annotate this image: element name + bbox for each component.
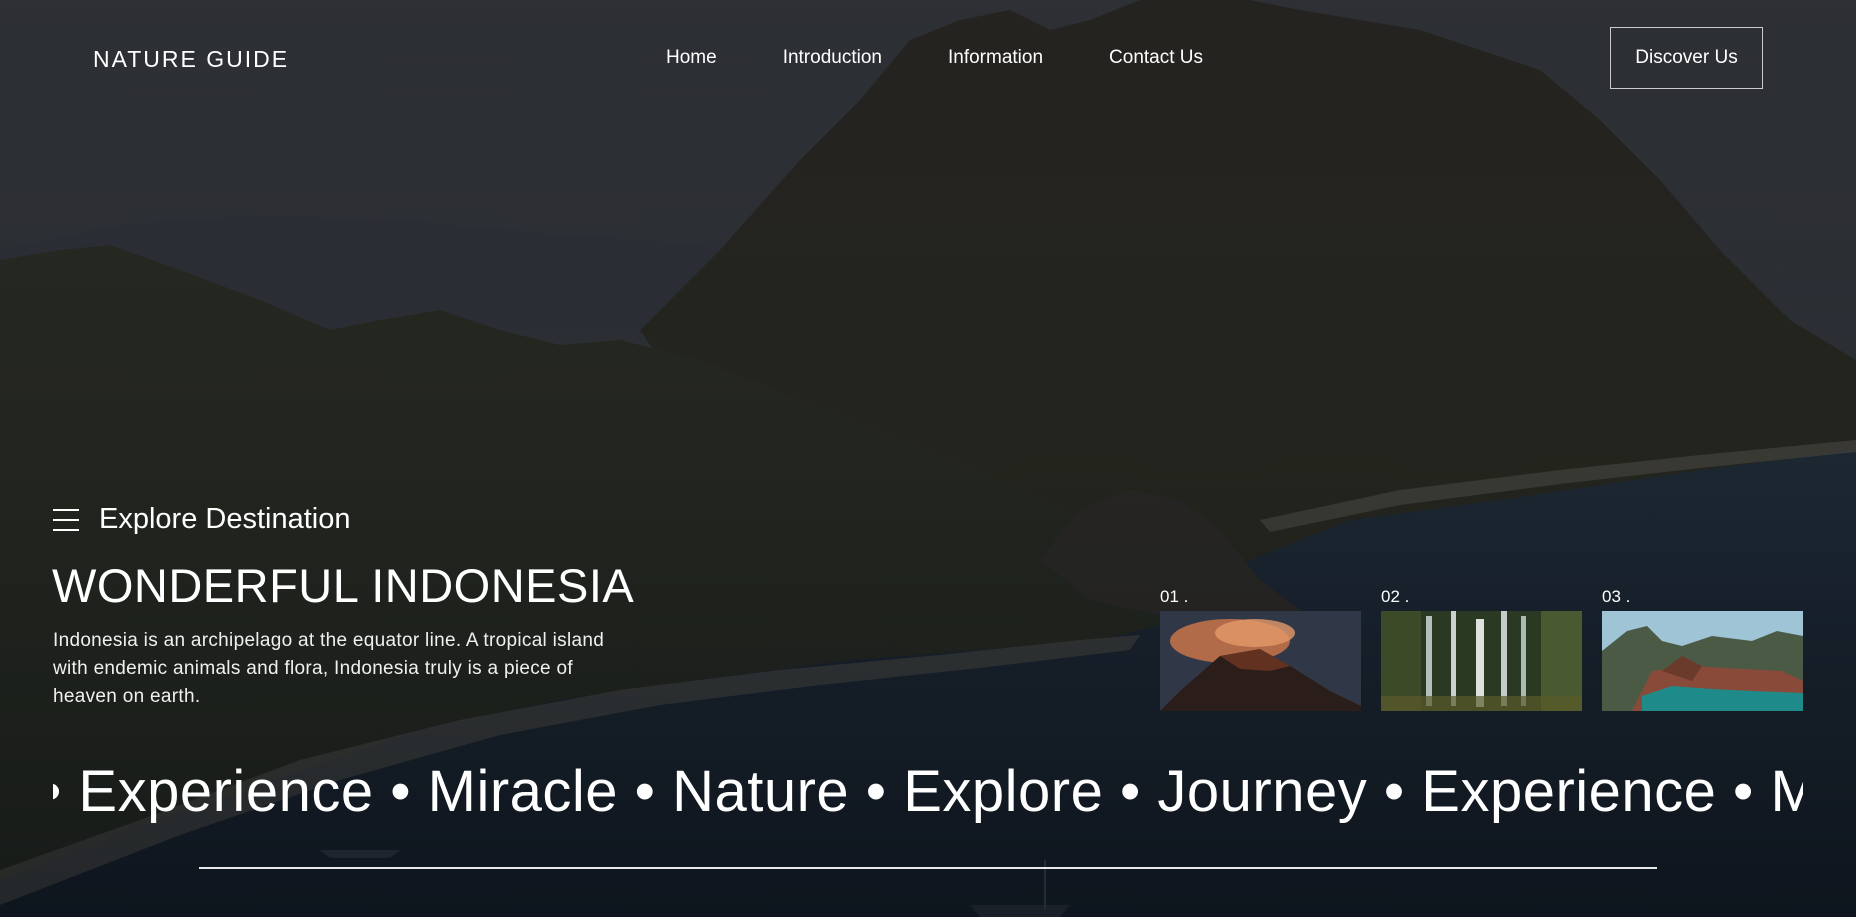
keywords-marquee: • Experience • Miracle • Nature • Explor…: [53, 752, 1803, 832]
hero-title: WONDERFUL INDONESIA: [52, 559, 635, 612]
thumbnail-card[interactable]: 03 .: [1602, 587, 1803, 711]
thumbnail-number: 01 .: [1160, 587, 1189, 606]
discover-us-button[interactable]: Discover Us: [1610, 27, 1763, 89]
nav-information[interactable]: Information: [948, 47, 1043, 69]
explore-destination-label: Explore Destination: [99, 503, 351, 535]
brand-logo[interactable]: NATURE GUIDE: [93, 46, 289, 73]
bottom-divider: [199, 867, 1657, 869]
explore-destination[interactable]: Explore Destination: [53, 503, 350, 536]
volcano-image[interactable]: [1160, 611, 1361, 711]
nav-contact-us[interactable]: Contact Us: [1109, 47, 1203, 69]
thumbnail-card[interactable]: 02 .: [1381, 587, 1582, 711]
nav-home[interactable]: Home: [666, 47, 717, 69]
marquee-text: • Experience • Miracle • Nature • Explor…: [53, 759, 1803, 824]
crater-lake-image[interactable]: [1602, 611, 1803, 711]
hero-description: Indonesia is an archipelago at the equat…: [53, 630, 605, 707]
thumbnail-number: 02 .: [1381, 587, 1410, 606]
main-nav: Home Introduction Information Contact Us: [666, 47, 1269, 69]
menu-icon[interactable]: [53, 508, 79, 531]
destination-thumbnails: 01 . 02 . 03 .: [1160, 587, 1803, 711]
thumbnail-card[interactable]: 01 .: [1160, 587, 1361, 711]
nav-introduction[interactable]: Introduction: [783, 47, 882, 69]
thumbnail-number: 03 .: [1602, 587, 1631, 606]
waterfall-image[interactable]: [1381, 611, 1582, 711]
